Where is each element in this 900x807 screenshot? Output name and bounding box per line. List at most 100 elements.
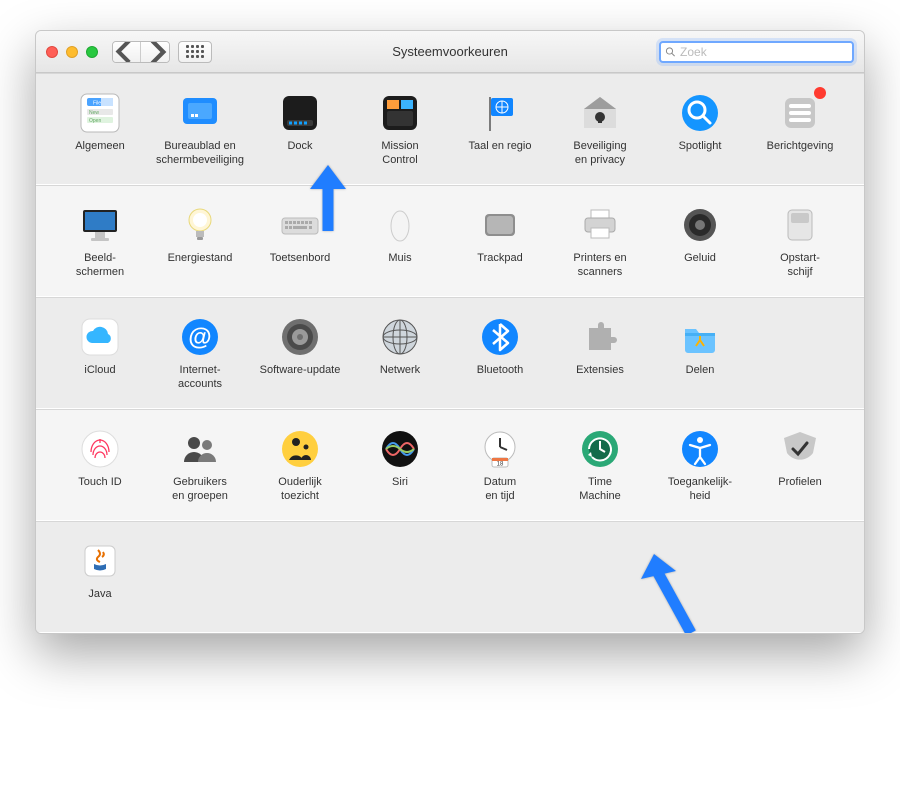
house-icon [579, 92, 621, 134]
pref-label: Geluid [684, 252, 716, 280]
pref-label: Berichtgeving [767, 140, 834, 168]
zoom-button[interactable] [86, 46, 98, 58]
puzzle-icon [579, 316, 621, 358]
accessibility-icon [679, 428, 721, 470]
pref-internet-accounts[interactable]: @ Internet- accounts [150, 314, 250, 392]
pref-label: Algemeen [75, 140, 125, 168]
pref-label: Dock [287, 140, 312, 168]
pref-sound[interactable]: Geluid [650, 202, 750, 280]
pref-users-groups[interactable]: Gebruikers en groepen [150, 426, 250, 504]
pref-section-3: Touch ID Gebruikers en groepen Ouderlijk… [36, 409, 864, 521]
users-icon [179, 428, 221, 470]
pref-keyboard[interactable]: Toetsenbord [250, 202, 350, 280]
minimize-button[interactable] [66, 46, 78, 58]
pref-label: Muis [388, 252, 411, 280]
pref-language-region[interactable]: Taal en regio [450, 90, 550, 168]
pref-profiles[interactable]: Profielen [750, 426, 850, 504]
pref-label: Printers en scanners [573, 252, 626, 280]
pref-mission-control[interactable]: Mission Control [350, 90, 450, 168]
pref-label: Software-update [260, 364, 341, 392]
mouse-icon [379, 204, 421, 246]
pref-trackpad[interactable]: Trackpad [450, 202, 550, 280]
search-field[interactable] [659, 41, 854, 63]
pref-label: Datum en tijd [484, 476, 516, 504]
svg-text:18: 18 [497, 462, 504, 468]
pref-sharing[interactable]: Delen [650, 314, 750, 392]
keyboard-icon [279, 204, 321, 246]
pref-section-0: FileNewOpen Algemeen Bureaublad en scher… [36, 73, 864, 185]
pref-label: Time Machine [579, 476, 621, 504]
parental-icon [279, 428, 321, 470]
traffic-lights [46, 46, 98, 58]
pref-desktop-screensaver[interactable]: Bureaublad en schermbeveiliging [150, 90, 250, 168]
pref-label: Mission Control [381, 140, 418, 168]
pref-siri[interactable]: Siri [350, 426, 450, 504]
pref-label: Delen [686, 364, 715, 392]
search-icon [665, 46, 676, 58]
pref-label: Profielen [778, 476, 821, 504]
pref-label: Bureaublad en schermbeveiliging [156, 140, 244, 168]
search-input[interactable] [680, 45, 848, 59]
pref-label: Toetsenbord [270, 252, 331, 280]
show-all-button[interactable] [178, 41, 212, 63]
pref-label: Toegankelijk- heid [668, 476, 732, 504]
pref-spotlight[interactable]: Spotlight [650, 90, 750, 168]
pref-label: Opstart- schijf [780, 252, 820, 280]
bluetooth-icon [479, 316, 521, 358]
spotlight-icon [679, 92, 721, 134]
svg-text:New: New [89, 110, 99, 116]
pref-java[interactable]: Java [50, 538, 150, 616]
desktop-icon [179, 92, 221, 134]
pref-mouse[interactable]: Muis [350, 202, 450, 280]
pref-label: Trackpad [477, 252, 522, 280]
mission-icon [379, 92, 421, 134]
display-icon [79, 204, 121, 246]
pref-label: Touch ID [78, 476, 121, 504]
printer-icon [579, 204, 621, 246]
badge-icon [814, 87, 826, 99]
java-icon [79, 540, 121, 582]
pref-extensions[interactable]: Extensies [550, 314, 650, 392]
pref-startup-disk[interactable]: Opstart- schijf [750, 202, 850, 280]
pref-general[interactable]: FileNewOpen Algemeen [50, 90, 150, 168]
pref-label: Internet- accounts [178, 364, 222, 392]
pref-parental-controls[interactable]: Ouderlijk toezicht [250, 426, 350, 504]
pref-notifications[interactable]: Berichtgeving [750, 90, 850, 168]
general-icon: FileNewOpen [79, 92, 121, 134]
pref-date-time[interactable]: 18 Datum en tijd [450, 426, 550, 504]
pref-time-machine[interactable]: Time Machine [550, 426, 650, 504]
clock-icon: 18 [479, 428, 521, 470]
pref-displays[interactable]: Beeld- schermen [50, 202, 150, 280]
fingerprint-icon [79, 428, 121, 470]
pref-label: Extensies [576, 364, 624, 392]
pref-section-2: iCloud @ Internet- accounts Software-upd… [36, 297, 864, 409]
back-button[interactable] [113, 42, 141, 62]
close-button[interactable] [46, 46, 58, 58]
cloud-icon [79, 316, 121, 358]
notifications-icon [779, 92, 821, 134]
pref-label: Beeld- schermen [76, 252, 124, 280]
pref-section-4: Java [36, 521, 864, 633]
svg-text:File: File [93, 101, 101, 107]
pref-accessibility[interactable]: Toegankelijk- heid [650, 426, 750, 504]
at-icon: @ [179, 316, 221, 358]
flag-icon [479, 92, 521, 134]
speaker-icon [679, 204, 721, 246]
folder-icon [679, 316, 721, 358]
nav-segmented [112, 41, 170, 63]
pref-dock[interactable]: Dock [250, 90, 350, 168]
pref-label: Energiestand [168, 252, 233, 280]
pref-bluetooth[interactable]: Bluetooth [450, 314, 550, 392]
pref-network[interactable]: Netwerk [350, 314, 450, 392]
pref-security-privacy[interactable]: Beveiliging en privacy [550, 90, 650, 168]
forward-button[interactable] [141, 42, 169, 62]
globe-icon [379, 316, 421, 358]
pref-energy-saver[interactable]: Energiestand [150, 202, 250, 280]
pref-software-update[interactable]: Software-update [250, 314, 350, 392]
pref-label: Beveiliging en privacy [573, 140, 626, 168]
pref-touch-id[interactable]: Touch ID [50, 426, 150, 504]
grid-icon [186, 45, 204, 58]
pref-label: Java [88, 588, 111, 616]
pref-printers-scanners[interactable]: Printers en scanners [550, 202, 650, 280]
pref-icloud[interactable]: iCloud [50, 314, 150, 392]
